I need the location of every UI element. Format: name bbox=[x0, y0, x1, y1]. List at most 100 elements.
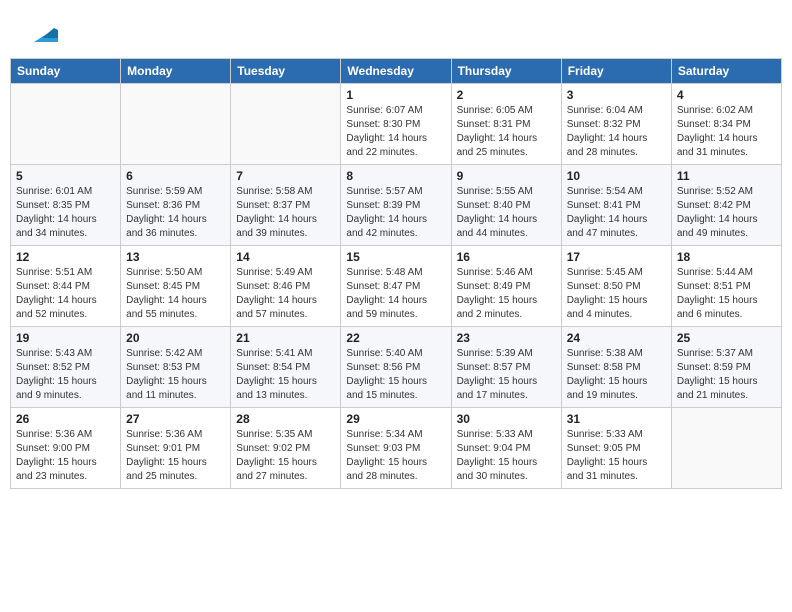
day-info: Sunrise: 5:48 AMSunset: 8:47 PMDaylight:… bbox=[346, 266, 445, 322]
calendar-week-2: 5 Sunrise: 6:01 AMSunset: 8:35 PMDaylight… bbox=[11, 165, 782, 246]
day-number: 10 bbox=[567, 169, 666, 183]
calendar-cell: 5 Sunrise: 6:01 AMSunset: 8:35 PMDaylight… bbox=[11, 165, 121, 246]
day-number: 1 bbox=[346, 88, 445, 102]
day-info: Sunrise: 5:38 AMSunset: 8:58 PMDaylight:… bbox=[567, 347, 666, 403]
day-info: Sunrise: 5:33 AMSunset: 9:05 PMDaylight:… bbox=[567, 428, 666, 484]
day-info: Sunrise: 5:57 AMSunset: 8:39 PMDaylight:… bbox=[346, 185, 445, 241]
day-number: 31 bbox=[567, 412, 666, 426]
logo bbox=[22, 18, 58, 50]
calendar-cell: 28 Sunrise: 5:35 AMSunset: 9:02 PMDayligh… bbox=[231, 408, 341, 489]
day-number: 17 bbox=[567, 250, 666, 264]
day-number: 27 bbox=[126, 412, 225, 426]
day-info: Sunrise: 5:51 AMSunset: 8:44 PMDaylight:… bbox=[16, 266, 115, 322]
calendar-cell: 29 Sunrise: 5:34 AMSunset: 9:03 PMDayligh… bbox=[341, 408, 451, 489]
calendar-cell: 16 Sunrise: 5:46 AMSunset: 8:49 PMDayligh… bbox=[451, 246, 561, 327]
day-info: Sunrise: 5:44 AMSunset: 8:51 PMDaylight:… bbox=[677, 266, 776, 322]
calendar-week-4: 19 Sunrise: 5:43 AMSunset: 8:52 PMDayligh… bbox=[11, 327, 782, 408]
day-number: 7 bbox=[236, 169, 335, 183]
page-header bbox=[10, 10, 782, 54]
calendar-cell: 1 Sunrise: 6:07 AMSunset: 8:30 PMDaylight… bbox=[341, 84, 451, 165]
day-info: Sunrise: 5:39 AMSunset: 8:57 PMDaylight:… bbox=[457, 347, 556, 403]
calendar-week-1: 1 Sunrise: 6:07 AMSunset: 8:30 PMDaylight… bbox=[11, 84, 782, 165]
day-info: Sunrise: 5:46 AMSunset: 8:49 PMDaylight:… bbox=[457, 266, 556, 322]
day-number: 13 bbox=[126, 250, 225, 264]
calendar-cell: 18 Sunrise: 5:44 AMSunset: 8:51 PMDayligh… bbox=[671, 246, 781, 327]
calendar-header-row: SundayMondayTuesdayWednesdayThursdayFrid… bbox=[11, 59, 782, 84]
day-number: 4 bbox=[677, 88, 776, 102]
day-number: 15 bbox=[346, 250, 445, 264]
day-number: 19 bbox=[16, 331, 115, 345]
calendar-cell: 8 Sunrise: 5:57 AMSunset: 8:39 PMDaylight… bbox=[341, 165, 451, 246]
calendar-cell bbox=[121, 84, 231, 165]
day-number: 23 bbox=[457, 331, 556, 345]
day-info: Sunrise: 5:50 AMSunset: 8:45 PMDaylight:… bbox=[126, 266, 225, 322]
calendar-cell: 3 Sunrise: 6:04 AMSunset: 8:32 PMDaylight… bbox=[561, 84, 671, 165]
day-number: 5 bbox=[16, 169, 115, 183]
calendar-cell: 6Sunrise: 5:59 AMSunset: 8:36 PMDaylight… bbox=[121, 165, 231, 246]
day-info: Sunrise: 6:05 AMSunset: 8:31 PMDaylight:… bbox=[457, 104, 556, 160]
calendar-cell: 12 Sunrise: 5:51 AMSunset: 8:44 PMDayligh… bbox=[11, 246, 121, 327]
calendar-cell: 7 Sunrise: 5:58 AMSunset: 8:37 PMDaylight… bbox=[231, 165, 341, 246]
day-info: Sunrise: 6:01 AMSunset: 8:35 PMDaylight:… bbox=[16, 185, 115, 241]
calendar-cell: 14Sunrise: 5:49 AMSunset: 8:46 PMDayligh… bbox=[231, 246, 341, 327]
day-number: 21 bbox=[236, 331, 335, 345]
calendar-cell: 17 Sunrise: 5:45 AMSunset: 8:50 PMDayligh… bbox=[561, 246, 671, 327]
calendar-table: SundayMondayTuesdayWednesdayThursdayFrid… bbox=[10, 58, 782, 489]
day-number: 30 bbox=[457, 412, 556, 426]
header-tuesday: Tuesday bbox=[231, 59, 341, 84]
day-info: Sunrise: 5:41 AMSunset: 8:54 PMDaylight:… bbox=[236, 347, 335, 403]
day-info: Sunrise: 5:54 AMSunset: 8:41 PMDaylight:… bbox=[567, 185, 666, 241]
calendar-cell: 30 Sunrise: 5:33 AMSunset: 9:04 PMDayligh… bbox=[451, 408, 561, 489]
calendar-cell: 9 Sunrise: 5:55 AMSunset: 8:40 PMDaylight… bbox=[451, 165, 561, 246]
calendar-cell: 13 Sunrise: 5:50 AMSunset: 8:45 PMDayligh… bbox=[121, 246, 231, 327]
day-info: Sunrise: 5:45 AMSunset: 8:50 PMDaylight:… bbox=[567, 266, 666, 322]
day-number: 18 bbox=[677, 250, 776, 264]
calendar-cell: 20 Sunrise: 5:42 AMSunset: 8:53 PMDayligh… bbox=[121, 327, 231, 408]
day-number: 8 bbox=[346, 169, 445, 183]
day-number: 16 bbox=[457, 250, 556, 264]
header-friday: Friday bbox=[561, 59, 671, 84]
day-info: Sunrise: 6:07 AMSunset: 8:30 PMDaylight:… bbox=[346, 104, 445, 160]
calendar-week-3: 12 Sunrise: 5:51 AMSunset: 8:44 PMDayligh… bbox=[11, 246, 782, 327]
day-number: 28 bbox=[236, 412, 335, 426]
day-number: 14 bbox=[236, 250, 335, 264]
day-number: 29 bbox=[346, 412, 445, 426]
calendar-cell: 10 Sunrise: 5:54 AMSunset: 8:41 PMDayligh… bbox=[561, 165, 671, 246]
calendar-cell: 2 Sunrise: 6:05 AMSunset: 8:31 PMDaylight… bbox=[451, 84, 561, 165]
day-number: 2 bbox=[457, 88, 556, 102]
day-number: 22 bbox=[346, 331, 445, 345]
day-number: 24 bbox=[567, 331, 666, 345]
day-info: Sunrise: 5:58 AMSunset: 8:37 PMDaylight:… bbox=[236, 185, 335, 241]
day-info: Sunrise: 5:55 AMSunset: 8:40 PMDaylight:… bbox=[457, 185, 556, 241]
day-info: Sunrise: 5:42 AMSunset: 8:53 PMDaylight:… bbox=[126, 347, 225, 403]
day-info: Sunrise: 5:34 AMSunset: 9:03 PMDaylight:… bbox=[346, 428, 445, 484]
day-info: Sunrise: 5:36 AMSunset: 9:00 PMDaylight:… bbox=[16, 428, 115, 484]
header-wednesday: Wednesday bbox=[341, 59, 451, 84]
calendar-cell: 21 Sunrise: 5:41 AMSunset: 8:54 PMDayligh… bbox=[231, 327, 341, 408]
calendar-cell: 31 Sunrise: 5:33 AMSunset: 9:05 PMDayligh… bbox=[561, 408, 671, 489]
day-number: 11 bbox=[677, 169, 776, 183]
calendar-cell: 15 Sunrise: 5:48 AMSunset: 8:47 PMDayligh… bbox=[341, 246, 451, 327]
calendar-cell: 4Sunrise: 6:02 AMSunset: 8:34 PMDaylight… bbox=[671, 84, 781, 165]
day-info: Sunrise: 5:59 AMSunset: 8:36 PMDaylight:… bbox=[126, 185, 225, 241]
header-monday: Monday bbox=[121, 59, 231, 84]
calendar-cell bbox=[11, 84, 121, 165]
calendar-cell: 26Sunrise: 5:36 AMSunset: 9:00 PMDayligh… bbox=[11, 408, 121, 489]
day-info: Sunrise: 5:36 AMSunset: 9:01 PMDaylight:… bbox=[126, 428, 225, 484]
logo-icon bbox=[26, 18, 58, 50]
day-number: 20 bbox=[126, 331, 225, 345]
day-info: Sunrise: 5:33 AMSunset: 9:04 PMDaylight:… bbox=[457, 428, 556, 484]
calendar-cell: 27 Sunrise: 5:36 AMSunset: 9:01 PMDayligh… bbox=[121, 408, 231, 489]
day-info: Sunrise: 5:43 AMSunset: 8:52 PMDaylight:… bbox=[16, 347, 115, 403]
calendar-cell: 23 Sunrise: 5:39 AMSunset: 8:57 PMDayligh… bbox=[451, 327, 561, 408]
calendar-cell bbox=[671, 408, 781, 489]
day-info: Sunrise: 5:35 AMSunset: 9:02 PMDaylight:… bbox=[236, 428, 335, 484]
day-number: 3 bbox=[567, 88, 666, 102]
day-info: Sunrise: 6:04 AMSunset: 8:32 PMDaylight:… bbox=[567, 104, 666, 160]
day-number: 9 bbox=[457, 169, 556, 183]
header-saturday: Saturday bbox=[671, 59, 781, 84]
calendar-cell bbox=[231, 84, 341, 165]
day-number: 12 bbox=[16, 250, 115, 264]
calendar-cell: 22Sunrise: 5:40 AMSunset: 8:56 PMDayligh… bbox=[341, 327, 451, 408]
header-thursday: Thursday bbox=[451, 59, 561, 84]
